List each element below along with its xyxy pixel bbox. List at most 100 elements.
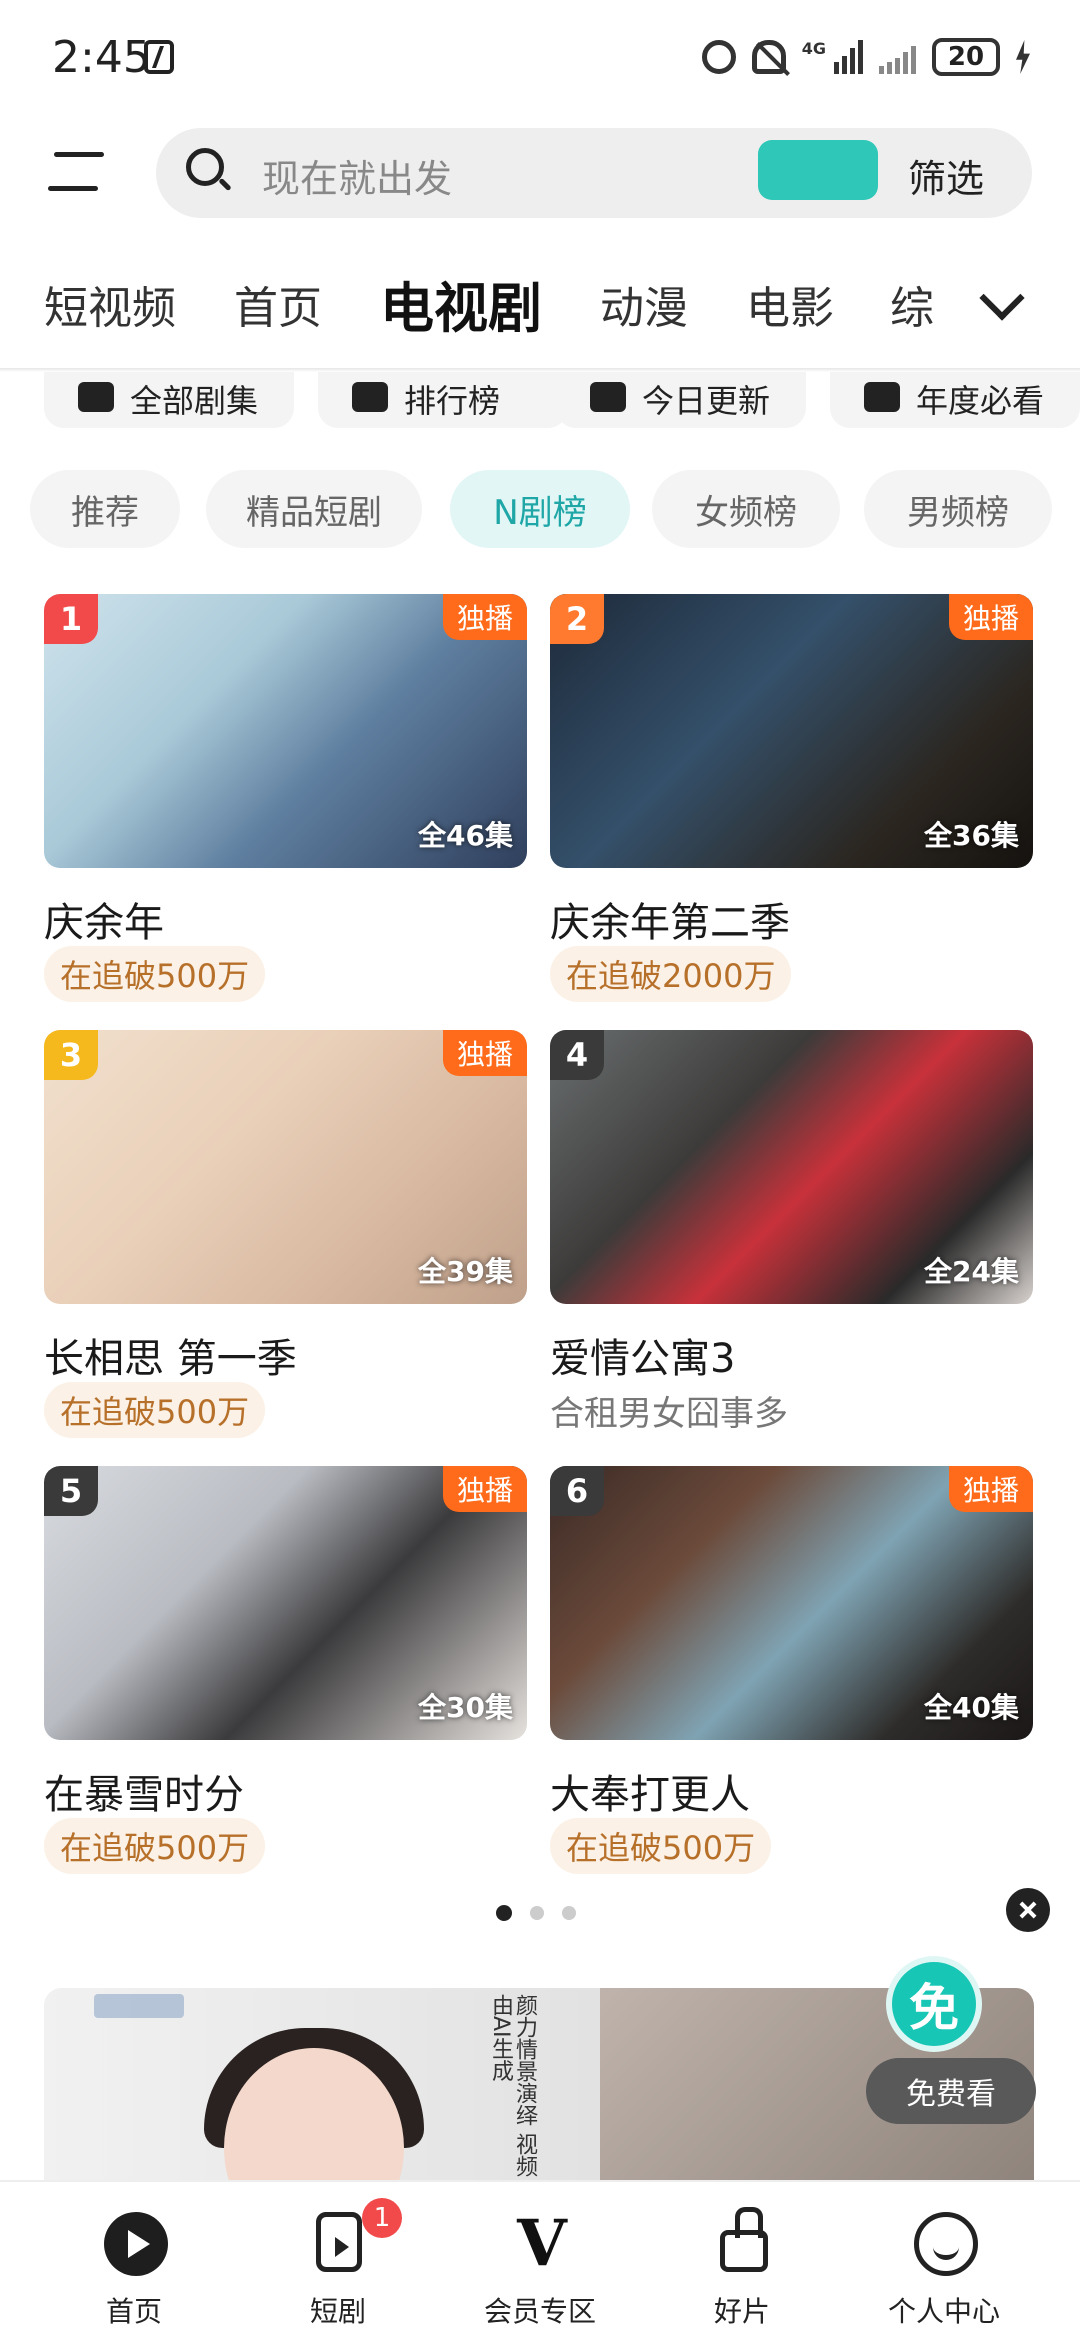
- subtab-recommend[interactable]: 推荐: [30, 470, 180, 548]
- subtab-female-ranking[interactable]: 女频榜: [652, 470, 840, 548]
- charging-icon: [1016, 40, 1030, 74]
- quick-entry-label: 排行榜: [404, 382, 501, 420]
- vip-icon: V: [517, 2206, 567, 2281]
- menu-button[interactable]: [48, 150, 108, 194]
- tab-short-video[interactable]: 短视频: [44, 272, 176, 336]
- exclusive-badge: 独播: [948, 594, 1033, 640]
- tab-movies[interactable]: 电影: [746, 272, 834, 336]
- play-icon: [590, 382, 626, 412]
- signal-icon: [834, 40, 863, 74]
- quick-entry-label: 全部剧集: [130, 382, 259, 420]
- page-dot: [530, 1906, 544, 1920]
- quick-entry-label: 年度必看: [916, 382, 1045, 420]
- ranking-icon: [352, 382, 388, 412]
- sub-tabs: 推荐 精品短剧 N剧榜 女频榜 男频榜: [0, 470, 1080, 550]
- subtab-n-ranking[interactable]: N剧榜: [450, 470, 630, 548]
- drama-title[interactable]: 爱情公寓3: [550, 1326, 735, 1384]
- rank-badge: 4: [550, 1030, 604, 1080]
- nfc-icon: [144, 40, 174, 74]
- episode-count: 全30集: [418, 1691, 513, 1724]
- thumbs-up-icon: [720, 2207, 768, 2272]
- subtab-male-ranking[interactable]: 男频榜: [864, 470, 1052, 548]
- drama-subtitle: 合租男女囧事多: [550, 1394, 788, 1434]
- exclusive-badge: 独播: [948, 1466, 1033, 1512]
- tab-tv-series[interactable]: 电视剧: [380, 264, 542, 343]
- smile-profile-icon: [914, 2212, 978, 2276]
- rank-badge: 3: [44, 1030, 98, 1080]
- menu-line: [48, 186, 98, 191]
- exclusive-badge: 独播: [442, 1466, 527, 1512]
- popularity-tag: 在追破500万: [550, 1818, 772, 1874]
- nav-label: 首页: [105, 2295, 162, 2328]
- subtab-premium-short[interactable]: 精品短剧: [206, 470, 422, 548]
- ad-logo: [94, 1994, 184, 2018]
- free-watch-icon[interactable]: 免: [886, 1956, 982, 2052]
- menu-line: [54, 152, 104, 157]
- episode-count: 全46集: [418, 819, 513, 852]
- nav-good-movies[interactable]: 好片: [672, 2182, 812, 2331]
- drama-title[interactable]: 长相思 第一季: [44, 1326, 297, 1384]
- rank-badge: 5: [44, 1466, 98, 1516]
- ad-image: 颜力情景演绎 视频由AI生成: [44, 1988, 600, 2180]
- status-time: 2:45: [52, 32, 151, 83]
- short-drama-icon: [316, 2212, 362, 2272]
- nav-label: 好片: [713, 2295, 770, 2328]
- exclusive-badge: 独播: [442, 1030, 527, 1076]
- page-dot: [562, 1906, 576, 1920]
- network-type: 4G: [801, 38, 826, 58]
- notification-badge: 1: [362, 2198, 402, 2238]
- ad-overlay-graphic: [758, 140, 878, 200]
- grid-icon: [78, 382, 114, 412]
- popularity-tag: 在追破500万: [44, 1382, 266, 1438]
- free-watch-button[interactable]: 免费看: [866, 2058, 1036, 2124]
- episode-count: 全39集: [418, 1255, 513, 1288]
- tab-home[interactable]: 首页: [234, 272, 322, 336]
- poster-thumbnail[interactable]: 5 独播 全30集: [44, 1466, 527, 1740]
- status-icons: 4G 20: [701, 38, 1030, 76]
- nav-short-drama[interactable]: 1 短剧: [268, 2182, 408, 2331]
- episode-count: 全36集: [924, 819, 1019, 852]
- drama-title[interactable]: 在暴雪时分: [44, 1762, 244, 1820]
- rank-badge: 2: [550, 594, 604, 644]
- search-bar[interactable]: 现在就出发 筛选: [156, 128, 1032, 218]
- drama-title[interactable]: 庆余年第二季: [550, 890, 790, 948]
- popularity-tag: 在追破500万: [44, 1818, 266, 1874]
- category-tabs: 短视频 首页 电视剧 动漫 电影 综: [0, 250, 1080, 360]
- alarm-icon: [701, 40, 736, 74]
- poster-thumbnail[interactable]: 6 独播 全40集: [550, 1466, 1033, 1740]
- nav-home[interactable]: 首页: [64, 2182, 204, 2331]
- popularity-tag: 在追破500万: [44, 946, 266, 1002]
- episode-count: 全24集: [924, 1255, 1019, 1288]
- quick-entry-ranking[interactable]: 排行榜: [318, 372, 568, 428]
- flame-icon: [864, 382, 900, 412]
- quick-entry-all-series[interactable]: 全部剧集: [44, 372, 294, 428]
- tab-variety[interactable]: 综: [890, 272, 934, 336]
- rank-badge: 6: [550, 1466, 604, 1516]
- quick-entry-annual-must-watch[interactable]: 年度必看: [830, 372, 1080, 428]
- poster-thumbnail[interactable]: 1 独播 全46集: [44, 594, 527, 868]
- search-input[interactable]: 现在就出发: [262, 148, 452, 203]
- page-indicator: [496, 1905, 576, 1921]
- quick-entries: 全部剧集 排行榜 今日更新 年度必看: [0, 372, 1080, 428]
- page-dot-active: [496, 1905, 512, 1921]
- exclusive-badge: 独播: [442, 594, 527, 640]
- poster-thumbnail[interactable]: 2 独播 全36集: [550, 594, 1033, 868]
- nav-vip-zone[interactable]: V 会员专区: [470, 2182, 610, 2331]
- nav-label: 短剧: [309, 2295, 366, 2328]
- quick-entry-label: 今日更新: [642, 382, 771, 420]
- status-bar: 2:45 4G 20: [0, 0, 1080, 120]
- drama-title[interactable]: 大奉打更人: [550, 1762, 750, 1820]
- poster-thumbnail[interactable]: 4 全24集: [550, 1030, 1033, 1304]
- chevron-down-icon[interactable]: [976, 280, 1024, 328]
- nav-profile[interactable]: 个人中心: [874, 2182, 1014, 2331]
- tab-anime[interactable]: 动漫: [600, 272, 688, 336]
- mute-icon: [751, 40, 786, 74]
- poster-thumbnail[interactable]: 3 独播 全39集: [44, 1030, 527, 1304]
- filter-button[interactable]: 筛选: [908, 148, 984, 203]
- popularity-tag: 在追破2000万: [550, 946, 792, 1002]
- episode-count: 全40集: [924, 1691, 1019, 1724]
- close-icon[interactable]: [1006, 1888, 1050, 1932]
- drama-title[interactable]: 庆余年: [44, 890, 164, 948]
- bottom-nav: 首页 1 短剧 V 会员专区 好片 个人中心: [0, 2180, 1080, 2331]
- quick-entry-today-update[interactable]: 今日更新: [556, 372, 806, 428]
